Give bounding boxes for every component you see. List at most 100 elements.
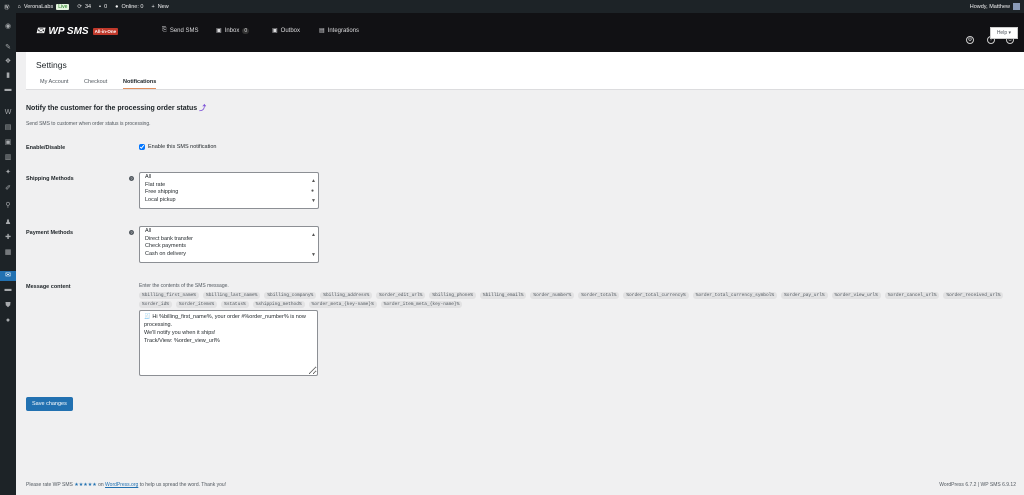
enable-checkbox-row[interactable]: Enable this SMS notification <box>139 144 216 150</box>
enable-label: Enable/Disable <box>26 145 66 151</box>
settings-icon[interactable]: ▦ <box>4 249 12 256</box>
products-icon[interactable]: ▤ <box>4 124 12 131</box>
settings-header: Settings My Account Checkout Notificatio… <box>26 52 1024 90</box>
comments-link[interactable]: ▪ 0 <box>99 4 107 10</box>
variable-tag[interactable]: %order_total_currency_symbol% <box>692 292 778 299</box>
account-menu[interactable]: Howdy, Matthew <box>970 0 1020 13</box>
option[interactable]: Free shipping <box>145 189 313 197</box>
wp-sms-logo: ✉ WP SMS All-in-One <box>36 26 119 37</box>
shield-icon[interactable]: ⛊ <box>4 302 12 309</box>
envelope-icon: ✉ <box>36 26 45 37</box>
tab-notifications[interactable]: Notifications <box>123 79 157 89</box>
variable-tag[interactable]: %order_total_currency% <box>623 292 689 299</box>
variable-tag[interactable]: %order_item_meta_{key-name}% <box>380 301 463 308</box>
nav-inbox[interactable]: ▣ Inbox 0 <box>216 27 250 34</box>
help-button[interactable]: Help ▾ <box>989 27 1018 39</box>
media-icon[interactable]: ❖ <box>4 58 12 65</box>
appearance-icon[interactable]: ✐ <box>4 185 12 192</box>
footer: Please rate WP SMS ★★★★★ on WordPress.or… <box>26 482 1016 488</box>
variable-tag[interactable]: %status% <box>221 301 249 308</box>
help-tip-icon[interactable]: ? <box>129 230 134 235</box>
users-icon[interactable]: ♟ <box>4 219 12 226</box>
variable-tag[interactable]: %order_id% <box>139 301 173 308</box>
online-icon: ● <box>115 3 119 10</box>
page-title: Settings <box>36 60 67 70</box>
pin-icon[interactable]: ✎ <box>4 44 12 51</box>
variable-tag[interactable]: %billing_phone% <box>429 292 476 299</box>
option[interactable]: Local pickup <box>145 197 313 205</box>
wordpress-logo-icon[interactable]: Ⓦ <box>4 3 10 11</box>
message-textarea[interactable]: 🧾 Hi %billing_first_name%, your order #%… <box>139 310 318 376</box>
option[interactable]: All <box>145 174 313 182</box>
help-tip-icon[interactable]: ? <box>129 176 134 181</box>
option[interactable]: Direct bank transfer <box>145 236 313 244</box>
scrollbar[interactable]: ▲ ● ▼ <box>311 176 316 206</box>
marketing-icon[interactable]: ✦ <box>4 169 12 176</box>
rating-stars-link[interactable]: ★★★★★ <box>74 482 96 488</box>
variable-tag[interactable]: %order_received_url% <box>943 292 1004 299</box>
payment-label: Payment Methods <box>26 230 74 236</box>
shipping-methods-select[interactable]: All Flat rate Free shipping Local pickup… <box>139 172 319 209</box>
nav-outbox[interactable]: ▣ Outbox <box>272 27 300 35</box>
variable-tag[interactable]: %order_items% <box>176 301 218 308</box>
variable-tag[interactable]: %order_cancel_url% <box>884 292 940 299</box>
shipping-label: Shipping Methods <box>26 176 74 182</box>
site-link[interactable]: ⌂ VeronaLabs Live <box>17 3 70 10</box>
tab-my-account[interactable]: My Account <box>40 79 68 85</box>
admin-sidebar: ◉ ✎ ❖ ▮ ▬ W ▤ ▣ ▥ ✦ ✐ ⚲ ♟ ✚ ▦ ✉ ▬ ⛊ ● <box>0 13 16 495</box>
payments-icon[interactable]: ▣ <box>4 139 12 146</box>
nav-send-sms[interactable]: ⎘ Send SMS <box>162 27 199 34</box>
variable-tag[interactable]: %billing_email% <box>479 292 527 299</box>
scrollbar[interactable]: ▲ ▼ <box>311 230 316 260</box>
variable-tag[interactable]: %order_pay_url% <box>781 292 828 299</box>
dashboard-icon[interactable]: ◉ <box>4 23 12 30</box>
comment-icon: ▪ <box>99 3 102 10</box>
variable-tag[interactable]: %shipping_method% <box>252 301 305 308</box>
variable-tags: %billing_first_name% %billing_last_name%%… <box>139 292 1019 308</box>
message-hint: Enter the contents of the SMS message. <box>139 283 229 289</box>
home-icon: ⌂ <box>17 3 21 10</box>
woo-icon[interactable]: W <box>4 109 12 116</box>
gear-icon[interactable]: ⚙ <box>966 36 974 44</box>
variable-tag[interactable]: %billing_last_name% <box>203 292 261 299</box>
integrations-icon: ▤ <box>319 28 325 34</box>
updates-icon: ⟳ <box>77 3 82 10</box>
mail-icon[interactable]: ▬ <box>4 286 12 293</box>
variable-tag[interactable]: %billing_address% <box>320 292 373 299</box>
comments-icon[interactable]: ▬ <box>4 86 12 93</box>
option[interactable]: Cash on delivery <box>145 251 313 259</box>
option[interactable]: All <box>145 228 313 236</box>
play-icon[interactable]: ● <box>4 317 12 324</box>
variable-tag[interactable]: %billing_first_name% <box>139 292 200 299</box>
pages-icon[interactable]: ▮ <box>4 72 12 79</box>
section-title: Notify the customer for the processing o… <box>26 105 207 112</box>
analytics-icon[interactable]: ▥ <box>4 154 12 161</box>
save-button[interactable]: Save changes <box>26 397 73 411</box>
new-link[interactable]: + New <box>151 4 168 10</box>
tab-checkout[interactable]: Checkout <box>84 79 107 85</box>
payment-methods-select[interactable]: All Direct bank transfer Check payments … <box>139 226 319 263</box>
plus-icon: + <box>151 3 155 10</box>
version-info: WordPress 6.7.2 | WP SMS 6.9.12 <box>939 482 1016 488</box>
variable-tag[interactable]: %order_total% <box>578 292 620 299</box>
plugins-icon[interactable]: ⚲ <box>4 202 12 209</box>
plugin-header: ✉ WP SMS All-in-One ⎘ Send SMS ▣ Inbox 0 ▣ Out… <box>16 13 1024 52</box>
variable-tag[interactable]: %order_view_url% <box>831 292 881 299</box>
online-link[interactable]: ● Online: 0 <box>115 4 143 10</box>
sms-icon[interactable]: ✉ <box>0 271 16 281</box>
avatar <box>1013 3 1020 10</box>
wordpress-org-link[interactable]: WordPress.org <box>105 482 138 488</box>
inbox-icon: ▣ <box>216 28 222 34</box>
tools-icon[interactable]: ✚ <box>4 234 12 241</box>
option[interactable]: Flat rate <box>145 182 313 190</box>
variable-tag[interactable]: %order_edit_url% <box>376 292 426 299</box>
enable-checkbox[interactable] <box>139 144 145 150</box>
edit-link-icon[interactable]: ⤴ <box>199 105 206 112</box>
updates-link[interactable]: ⟳ 34 <box>77 4 91 10</box>
variable-tag[interactable]: %order_number% <box>530 292 575 299</box>
variable-tag[interactable]: %order_meta_{key-name}% <box>308 301 377 308</box>
nav-integrations[interactable]: ▤ Integrations <box>319 27 359 35</box>
option[interactable]: Check payments <box>145 243 313 251</box>
variable-tag[interactable]: %billing_company% <box>264 292 317 299</box>
live-badge: Live <box>56 3 70 10</box>
